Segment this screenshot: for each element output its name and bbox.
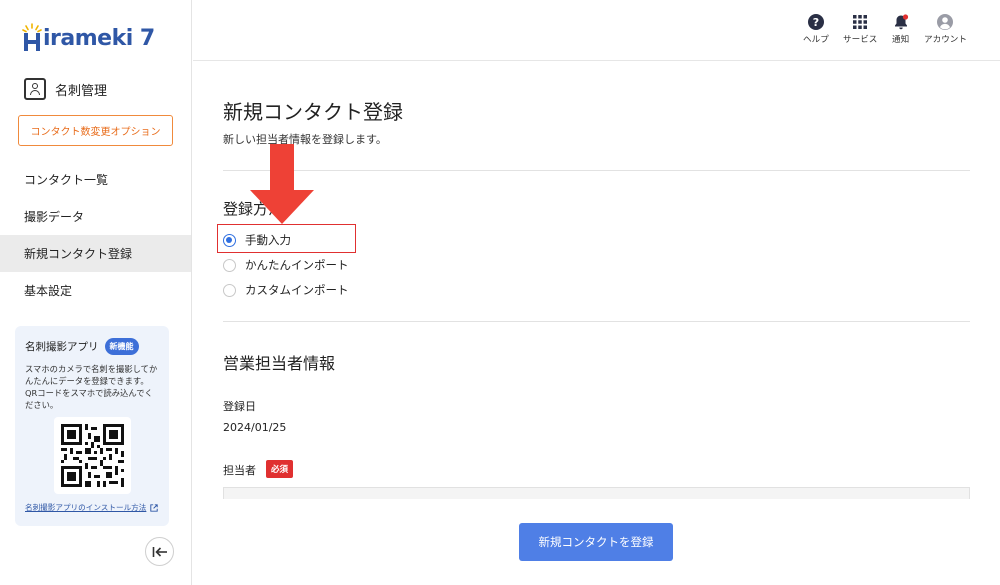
help-label: ヘルプ <box>803 35 829 45</box>
contact-count-option-button[interactable]: コンタクト数変更オプション <box>18 115 173 146</box>
main-content: 新規コンタクト登録 新しい担当者情報を登録します。 登録方法 手動入力 かんたん… <box>193 62 1000 585</box>
grid-icon <box>853 15 868 29</box>
registered-date-value: 2024/01/25 <box>223 421 287 434</box>
services-label: サービス <box>843 35 878 45</box>
sidebar-item-scan-data[interactable]: 撮影データ <box>0 198 191 235</box>
sales-section-title: 営業担当者情報 <box>223 354 336 373</box>
radio-button[interactable] <box>223 258 236 272</box>
person-in-charge-input[interactable] <box>223 487 970 499</box>
collapse-left-icon <box>152 546 167 557</box>
sidebar-item-new-contact[interactable]: 新規コンタクト登録 <box>0 235 191 272</box>
section-title-label: 名刺管理 <box>55 83 108 99</box>
radio-button[interactable] <box>223 283 236 297</box>
sidebar-item-basic-settings[interactable]: 基本設定 <box>0 272 191 309</box>
business-card-icon <box>24 78 46 100</box>
help-button[interactable]: ? ヘルプ <box>803 14 829 45</box>
top-header: ? ヘルプ サービス 通知 アカウント <box>193 0 1000 61</box>
new-feature-badge: 新機能 <box>104 338 139 355</box>
services-button[interactable]: サービス <box>843 14 877 45</box>
page-title: 新規コンタクト登録 <box>223 100 403 124</box>
promo-description: スマホのカメラで名刺を撮影してかんたんにデータを登録できます。QRコードをスマホ… <box>25 364 158 410</box>
notifications-button[interactable]: 通知 <box>892 14 909 45</box>
divider <box>223 321 970 322</box>
install-guide-link[interactable]: 名刺撮影アプリのインストール方法 <box>25 502 159 513</box>
radio-custom-import[interactable]: カスタムインポート <box>223 282 349 298</box>
highlight-box <box>217 224 356 253</box>
collapse-sidebar-button[interactable] <box>145 537 174 566</box>
radio-label: かんたんインポート <box>245 258 349 272</box>
radio-label: カスタムインポート <box>245 283 349 297</box>
account-button[interactable]: アカウント <box>924 14 967 45</box>
down-arrow-icon <box>250 144 314 224</box>
svg-text:?: ? <box>813 16 819 29</box>
divider <box>223 170 970 171</box>
promo-title: 名刺撮影アプリ <box>25 341 99 353</box>
logo-text: irameki 7 <box>43 25 155 51</box>
person-in-charge-label: 担当者 <box>223 464 256 477</box>
install-guide-link-text: 名刺撮影アプリのインストール方法 <box>25 503 147 512</box>
register-contact-button[interactable]: 新規コンタクトを登録 <box>519 523 673 561</box>
sidebar-nav: コンタクト一覧 撮影データ 新規コンタクト登録 基本設定 <box>0 161 191 309</box>
sidebar-item-contact-list[interactable]: コンタクト一覧 <box>0 161 191 198</box>
account-icon <box>937 14 954 30</box>
help-icon: ? <box>807 14 824 30</box>
radio-easy-import[interactable]: かんたんインポート <box>223 257 349 273</box>
notifications-label: 通知 <box>892 35 910 45</box>
registered-date-label: 登録日 <box>223 400 256 413</box>
logo-mark-icon <box>22 23 42 51</box>
required-badge: 必須 <box>266 460 294 478</box>
bell-icon <box>894 14 908 30</box>
qr-code-icon <box>54 417 131 494</box>
section-title: 名刺管理 <box>24 78 107 100</box>
account-label: アカウント <box>924 35 967 45</box>
app-promo-card: 名刺撮影アプリ 新機能 スマホのカメラで名刺を撮影してかんたんにデータを登録でき… <box>15 326 169 526</box>
external-link-icon <box>150 503 159 512</box>
sidebar: irameki 7 名刺管理 コンタクト数変更オプション コンタクト一覧 撮影デ… <box>0 0 192 585</box>
app-logo[interactable]: irameki 7 <box>22 22 155 54</box>
